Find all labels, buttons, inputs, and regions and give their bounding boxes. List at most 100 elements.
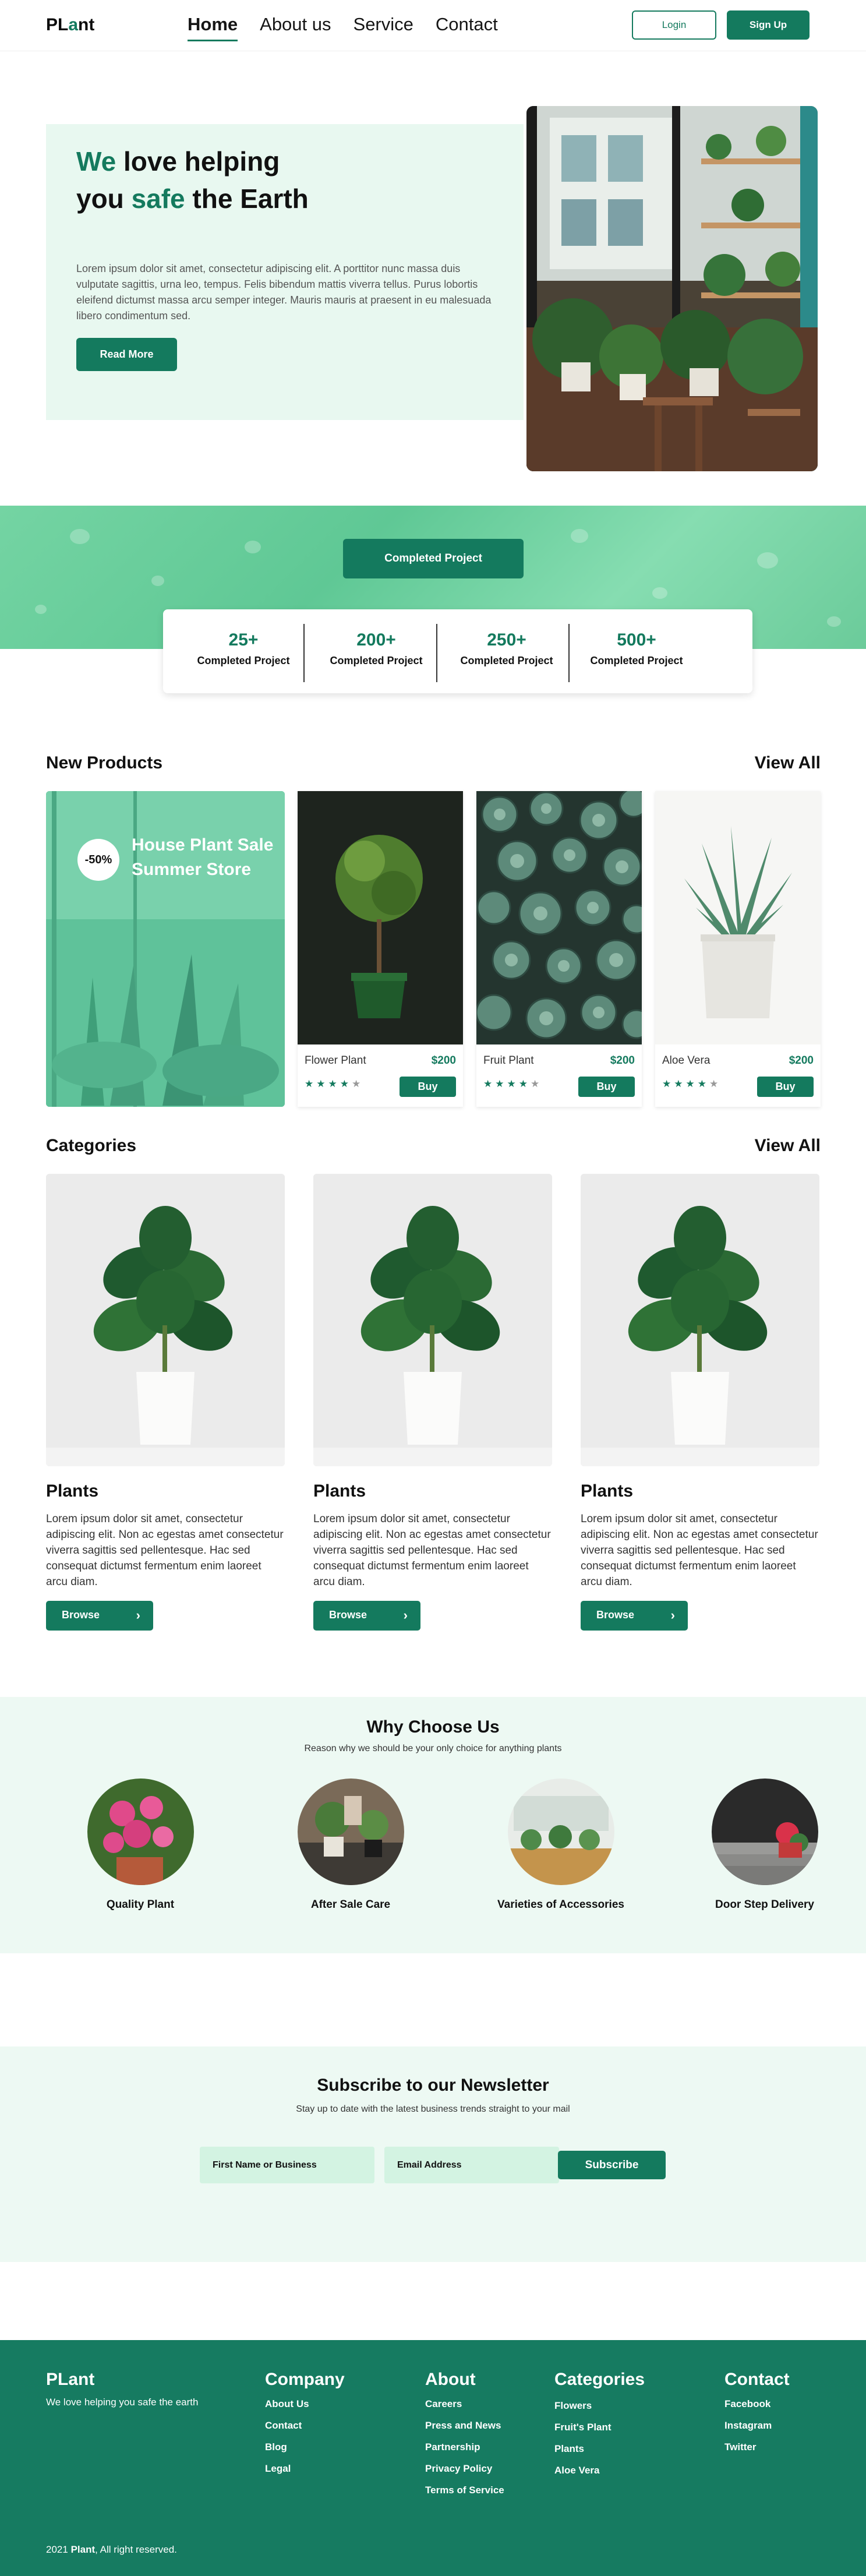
copyright: 2021 Plant, All right reserved. — [46, 2544, 177, 2556]
why-label: Varieties of Accessories — [497, 1899, 624, 1911]
door-step-delivery-image — [712, 1779, 818, 1885]
footer-link[interactable]: Careers — [425, 2398, 462, 2410]
star-empty-icon: ★ — [351, 1078, 364, 1089]
product-image-flower-plant — [298, 791, 463, 1044]
category-title: Plants — [581, 1481, 634, 1501]
category-image — [46, 1174, 285, 1466]
stat-value: 200+ — [356, 630, 396, 650]
product-image-aloe-vera — [655, 791, 821, 1044]
footer-tagline: We love helping you safe the earth — [46, 2397, 199, 2408]
stat-value: 250+ — [487, 630, 526, 650]
plant-care-illustration — [298, 1779, 404, 1885]
nav-service[interactable]: Service — [354, 14, 413, 41]
read-more-button[interactable]: Read More — [76, 338, 177, 371]
nav-contact[interactable]: Contact — [436, 14, 498, 41]
footer-link[interactable]: Privacy Policy — [425, 2463, 492, 2475]
footer-link[interactable]: Fruit's Plant — [554, 2422, 611, 2433]
signup-button[interactable]: Sign Up — [727, 10, 810, 40]
star-empty-icon: ★ — [530, 1078, 543, 1089]
stat-divider — [303, 624, 305, 682]
product-price: $200 — [431, 1054, 456, 1067]
star-rating: ★★★★★ — [662, 1078, 721, 1090]
chevron-right-icon: › — [403, 1608, 408, 1622]
footer-link[interactable]: Blog — [265, 2441, 287, 2453]
hero-title-safe: safe — [131, 184, 185, 214]
nav-about-us[interactable]: About us — [260, 14, 331, 41]
product-card[interactable]: Aloe Vera $200 ★★★★★ Buy — [655, 791, 821, 1107]
stat-label: Completed Project — [590, 655, 683, 666]
browse-label: Browse — [596, 1609, 635, 1621]
varieties-accessories-image — [508, 1779, 614, 1885]
footer-brand: PLant — [46, 2370, 95, 2389]
product-price: $200 — [789, 1054, 814, 1067]
subscribe-button[interactable]: Subscribe — [558, 2151, 666, 2179]
email-field[interactable] — [384, 2147, 559, 2183]
browse-label: Browse — [329, 1609, 367, 1621]
product-card[interactable]: Flower Plant $200 ★★★★★ Buy — [298, 791, 463, 1107]
browse-button[interactable]: Browse › — [581, 1601, 688, 1631]
footer-link[interactable]: Plants — [554, 2443, 584, 2455]
stat-divider — [568, 624, 570, 682]
logo-text-2: nt — [78, 15, 95, 34]
footer-link[interactable]: Flowers — [554, 2400, 592, 2412]
buy-button[interactable]: Buy — [400, 1077, 456, 1097]
footer-link[interactable]: Contact — [265, 2420, 302, 2432]
star-rating: ★★★★★ — [305, 1078, 363, 1090]
discount-badge: -50% — [77, 839, 119, 881]
completed-project-button[interactable]: Completed Project — [343, 539, 524, 578]
footer-link[interactable]: Twitter — [724, 2441, 756, 2453]
stat-item: 25+ Completed Project — [178, 630, 309, 667]
nav-home[interactable]: Home — [188, 14, 238, 41]
fiddle-leaf-plant-illustration — [581, 1174, 819, 1466]
stats-card: 25+ Completed Project 200+ Completed Pro… — [163, 609, 752, 693]
stat-item: 250+ Completed Project — [441, 630, 572, 667]
product-name: Flower Plant — [305, 1054, 366, 1067]
star-rating: ★★★★★ — [483, 1078, 542, 1090]
stat-value: 25+ — [228, 630, 259, 650]
footer-link[interactable]: Legal — [265, 2463, 291, 2475]
buy-button[interactable]: Buy — [578, 1077, 635, 1097]
star-icon: ★★★★ — [483, 1078, 531, 1089]
pink-flowers-illustration — [87, 1779, 194, 1885]
stat-label: Completed Project — [197, 655, 290, 666]
login-button[interactable]: Login — [632, 10, 716, 40]
footer-link[interactable]: Press and News — [425, 2420, 501, 2432]
chevron-right-icon: › — [670, 1608, 675, 1622]
star-icon: ★★★★ — [662, 1078, 709, 1089]
hero-title-end: the Earth — [185, 184, 309, 214]
footer-link[interactable]: Facebook — [724, 2398, 770, 2410]
hero-title-we: We — [76, 146, 116, 177]
footer-link[interactable]: Aloe Vera — [554, 2465, 600, 2476]
quality-plant-image — [87, 1779, 194, 1885]
name-field[interactable] — [200, 2147, 374, 2183]
footer-link[interactable]: Instagram — [724, 2420, 772, 2432]
promo-text: House Plant Sale Summer Store — [132, 835, 274, 879]
stat-label: Completed Project — [330, 655, 423, 666]
category-description: Lorem ipsum dolor sit amet, consectetur … — [581, 1513, 818, 1588]
categories-view-all-link[interactable]: View All — [755, 1136, 821, 1156]
product-card[interactable]: Fruit Plant $200 ★★★★★ Buy — [476, 791, 642, 1107]
stat-item: 200+ Completed Project — [310, 630, 442, 667]
site-logo[interactable]: PLant — [46, 15, 94, 35]
why-label: Door Step Delivery — [715, 1899, 814, 1911]
product-price: $200 — [610, 1054, 635, 1067]
footer-heading-company: Company — [265, 2370, 345, 2389]
copyright-brand: Plant — [70, 2544, 96, 2555]
footer-heading-categories: Categories — [554, 2370, 645, 2389]
hero-description: Lorem ipsum dolor sit amet, consectetur … — [76, 263, 492, 322]
stat-item: 500+ Completed Project — [571, 630, 702, 667]
category-description: Lorem ipsum dolor sit amet, consectetur … — [313, 1513, 551, 1588]
browse-label: Browse — [62, 1609, 100, 1621]
products-view-all-link[interactable]: View All — [755, 753, 821, 773]
browse-button[interactable]: Browse › — [46, 1601, 153, 1631]
new-products-title: New Products — [46, 753, 163, 772]
category-title: Plants — [313, 1481, 366, 1501]
footer-link[interactable]: About Us — [265, 2398, 309, 2410]
greenhouse-illustration — [508, 1779, 614, 1885]
footer-link[interactable]: Partnership — [425, 2441, 480, 2453]
copyright-year: 2021 — [46, 2544, 68, 2555]
browse-button[interactable]: Browse › — [313, 1601, 420, 1631]
buy-button[interactable]: Buy — [757, 1077, 814, 1097]
copyright-text: , All right reserved. — [95, 2544, 177, 2555]
footer-link[interactable]: Terms of Service — [425, 2485, 504, 2496]
